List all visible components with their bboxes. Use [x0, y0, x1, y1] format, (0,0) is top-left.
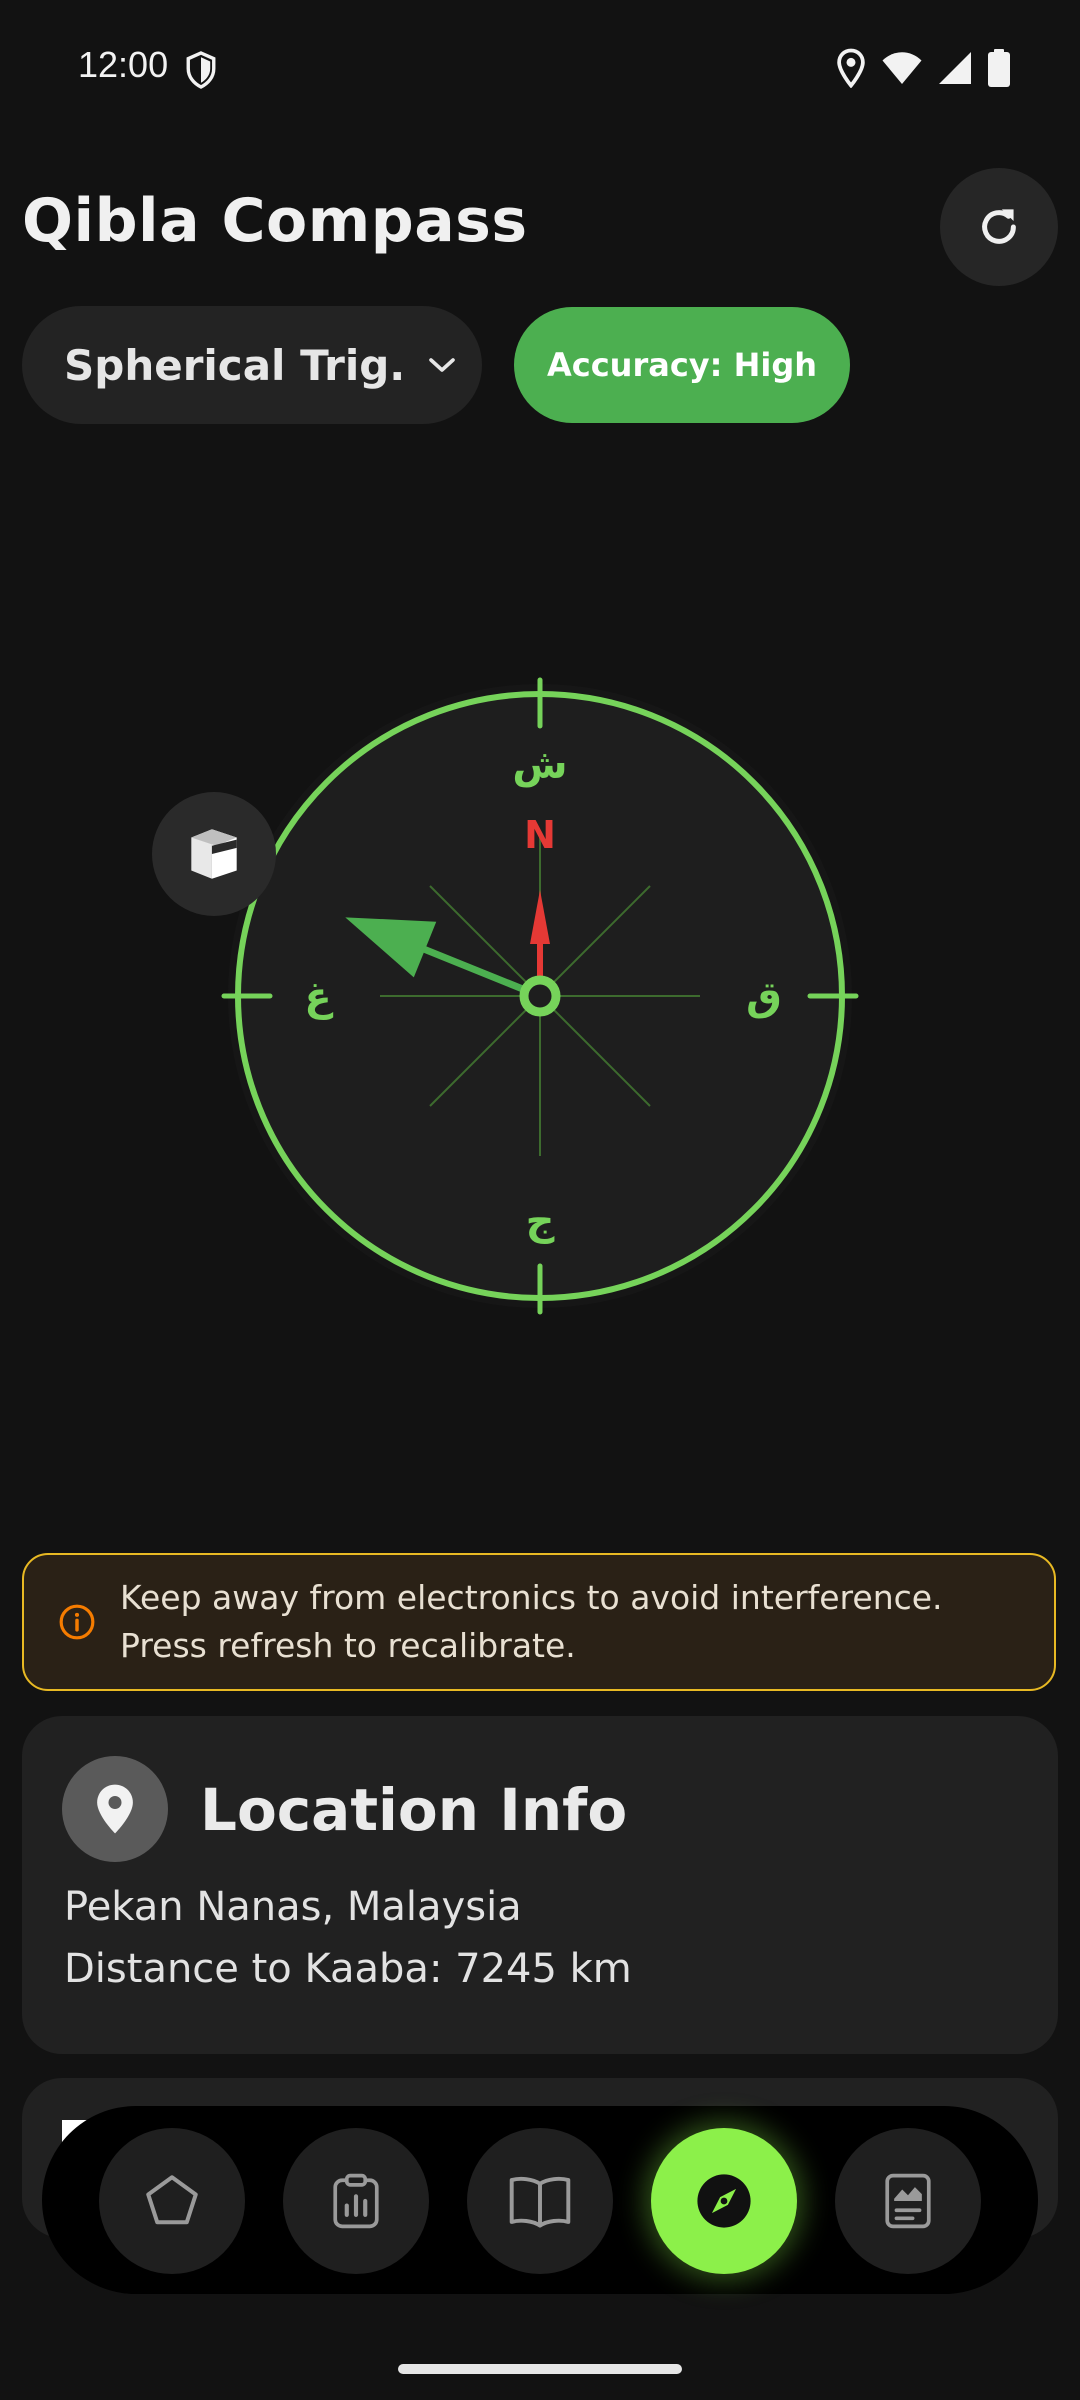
cardinal-right: ق [746, 974, 782, 1020]
location-icon-badge [62, 1756, 168, 1862]
compass-dial: ش ج غ ق N [221, 677, 859, 1315]
method-selector[interactable]: Spherical Trig. [22, 306, 482, 424]
method-selector-label: Spherical Trig. [64, 340, 406, 390]
status-icons [836, 48, 1010, 88]
calibration-warning: Keep away from electronics to avoid inte… [22, 1553, 1056, 1691]
warning-line-2: Press refresh to recalibrate. [120, 1626, 576, 1665]
warning-text: Keep away from electronics to avoid inte… [120, 1574, 943, 1670]
refresh-button[interactable] [940, 168, 1058, 286]
shield-icon [186, 51, 216, 89]
signal-icon [939, 52, 971, 84]
pentagon-icon [146, 2175, 198, 2225]
cardinal-top: ش [512, 742, 567, 788]
home-indicator[interactable] [398, 2364, 682, 2374]
kaaba-distance: Distance to Kaaba: 7245 km [64, 1946, 632, 1992]
location-city: Pekan Nanas, Malaysia [64, 1884, 522, 1930]
north-label: N [524, 813, 556, 857]
screen: 12:00 Qibla Compass Spherical Trig. Accu… [0, 0, 1080, 2400]
info-icon [59, 1604, 95, 1640]
nav-item-stats[interactable] [283, 2128, 429, 2274]
nav-item-book[interactable] [467, 2128, 613, 2274]
bottom-navigation [42, 2106, 1038, 2294]
location-pin-icon [97, 1784, 133, 1834]
report-icon [885, 2173, 931, 2229]
accuracy-badge: Accuracy: High [514, 307, 850, 423]
chevron-down-icon [429, 358, 456, 372]
location-icon [837, 48, 865, 88]
nav-item-compass[interactable] [651, 2128, 797, 2274]
book-icon [509, 2176, 571, 2228]
warning-line-1: Keep away from electronics to avoid inte… [120, 1578, 943, 1617]
nav-item-report[interactable] [835, 2128, 981, 2274]
kaaba-icon [191, 829, 237, 879]
compass-center [519, 975, 561, 1017]
cardinal-bottom: ج [526, 1198, 555, 1244]
kaaba-marker [152, 792, 276, 916]
status-time: 12:00 [78, 44, 169, 85]
location-title: Location Info [200, 1776, 628, 1844]
battery-icon [988, 49, 1010, 87]
refresh-icon [982, 209, 1016, 244]
wifi-icon [882, 52, 922, 84]
status-bar: 12:00 [0, 0, 1080, 136]
cardinal-left: غ [304, 974, 333, 1020]
nav-item-pentagon[interactable] [99, 2128, 245, 2274]
compass-icon [697, 2174, 751, 2228]
accuracy-label: Accuracy: High [546, 346, 818, 384]
page-title: Qibla Compass [22, 186, 528, 256]
clipboard-chart-icon [333, 2173, 379, 2229]
location-info-card: Location Info Pekan Nanas, Malaysia Dist… [22, 1716, 1058, 2054]
